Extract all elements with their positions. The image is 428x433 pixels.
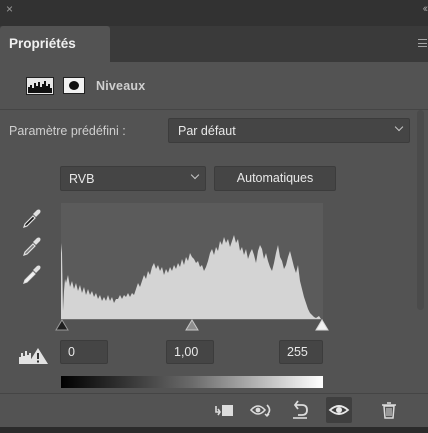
preset-label: Paramètre prédéfini : <box>9 124 126 138</box>
shadows-input[interactable]: 0 <box>60 340 108 364</box>
auto-button[interactable]: Automatiques <box>214 166 336 191</box>
properties-panel: × ‹‹ Propriétés Niveaux Paramètre prédéf… <box>0 0 428 433</box>
panel-tab-bar: Propriétés <box>0 26 428 62</box>
black-point-eyedropper-icon[interactable] <box>21 206 43 228</box>
preset-value: Par défaut <box>178 124 236 138</box>
output-levels-gradient <box>61 376 323 388</box>
channel-dropdown[interactable]: RVB <box>60 166 206 191</box>
midtones-slider-handle[interactable] <box>185 319 199 331</box>
panel-top-strip: × ‹‹ <box>0 0 428 26</box>
channel-value: RVB <box>69 172 95 186</box>
close-icon[interactable]: × <box>6 2 13 16</box>
visibility-eye-icon[interactable] <box>326 397 352 423</box>
layer-mask-icon[interactable] <box>63 77 85 94</box>
view-previous-state-icon[interactable] <box>248 397 274 423</box>
midtones-input[interactable]: 1,00 <box>166 340 214 364</box>
chevron-down-icon <box>394 122 404 132</box>
white-point-eyedropper-icon[interactable] <box>21 262 43 284</box>
histogram <box>61 203 323 319</box>
panel-scrollbar[interactable] <box>417 110 424 310</box>
trash-icon[interactable] <box>376 397 402 423</box>
tab-properties[interactable]: Propriétés <box>0 26 110 62</box>
levels-adjustment-icon[interactable] <box>26 77 54 95</box>
reset-icon[interactable] <box>287 397 313 423</box>
chevron-down-icon <box>190 170 200 180</box>
panel-menu-icon[interactable] <box>418 39 427 47</box>
clip-to-layer-icon[interactable] <box>210 397 236 423</box>
highlights-slider-handle[interactable] <box>315 319 329 331</box>
preset-dropdown[interactable]: Par défaut <box>168 118 410 143</box>
gray-point-eyedropper-icon[interactable] <box>21 234 43 256</box>
adjustment-layer-row: Niveaux <box>0 62 428 110</box>
adjustment-title: Niveaux <box>96 79 146 93</box>
shadows-slider-handle[interactable] <box>55 319 69 331</box>
panel-bottom-edge <box>0 427 428 433</box>
tab-properties-label: Propriétés <box>9 36 76 51</box>
highlights-input[interactable]: 255 <box>279 340 323 364</box>
clipping-warning-icon[interactable] <box>19 347 49 365</box>
collapse-panel-icon[interactable]: ‹‹ <box>423 2 428 16</box>
